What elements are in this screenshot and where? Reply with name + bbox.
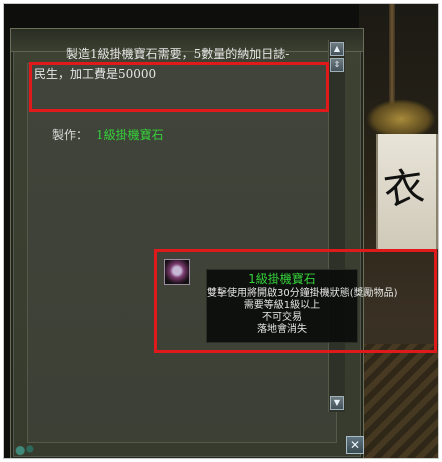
tooltip-line: 需要等級1級以上 — [243, 300, 321, 311]
craft-description: 製造1級掛機寶石需要，5數量的納加日誌- 民生，加工費是50000 — [34, 44, 326, 84]
content-panel — [27, 63, 337, 443]
crafting-window — [10, 28, 364, 458]
scroll-thumb[interactable]: ⇕ — [330, 58, 344, 72]
item-tooltip: 1級掛機寶石 雙擊使用將開啟30分鐘掛機狀態(獎勵物品) 需要等級1級以上 不可… — [206, 269, 398, 343]
corner-ornament-icon — [13, 441, 37, 457]
description-line-2: 民生，加工費是50000 — [34, 67, 157, 81]
tooltip-line: 雙擊使用將開啟30分鐘掛機狀態(獎勵物品) — [207, 288, 398, 299]
tooltip-line: 不可交易 — [262, 312, 302, 323]
tooltip-title: 1級掛機寶石 — [248, 272, 316, 286]
tooltip-line: 落地會消失 — [257, 324, 307, 335]
scrollbar[interactable]: ▲ ⇕ ▼ — [328, 40, 345, 412]
scroll-down-button[interactable]: ▼ — [330, 396, 344, 410]
make-item-link[interactable]: 1級掛機寶石 — [96, 126, 164, 143]
make-label: 製作： — [52, 128, 89, 142]
banner-ornament — [366, 99, 436, 139]
game-floor — [359, 344, 438, 458]
screenshot-frame: 衣 製造1級掛機寶石需要，5數量的納加日誌- 民生，加工費是50000 ▲ ⇕ … — [3, 3, 439, 459]
gem-item-icon[interactable] — [164, 259, 190, 285]
scroll-up-button[interactable]: ▲ — [330, 42, 344, 56]
description-line-1: 製造1級掛機寶石需要，5數量的納加日誌- — [66, 47, 290, 61]
close-button[interactable]: ✕ — [346, 436, 364, 454]
